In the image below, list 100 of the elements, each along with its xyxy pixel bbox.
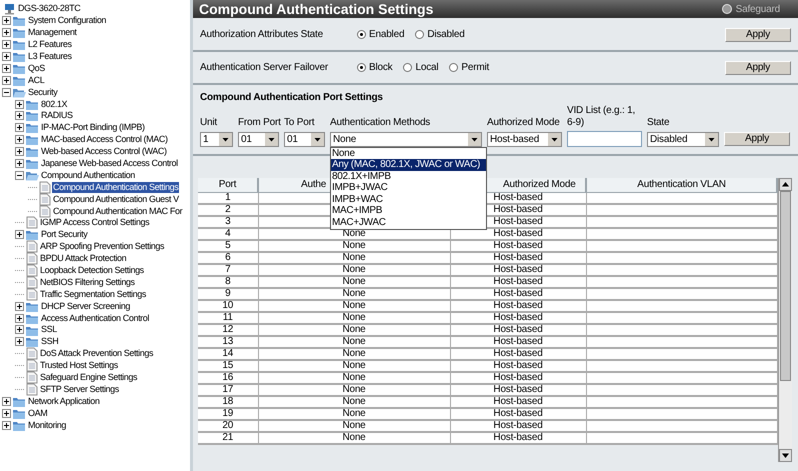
expand-icon[interactable]	[2, 408, 11, 418]
scroll-down-icon	[779, 449, 792, 462]
expand-icon[interactable]	[15, 230, 24, 240]
tree-item[interactable]: OAM	[27, 408, 48, 419]
apply-button[interactable]: Apply	[725, 28, 791, 42]
expand-icon[interactable]	[15, 147, 24, 156]
field-label: Authentication Methods	[330, 117, 432, 129]
tree-item[interactable]: SFTP Server Settings	[39, 384, 120, 395]
expand-icon[interactable]	[15, 159, 24, 168]
tree-item[interactable]: 802.1X	[40, 98, 68, 110]
folder-icon	[12, 38, 26, 52]
tree-item[interactable]: Compound Authentication MAC For	[52, 206, 184, 217]
expand-icon[interactable]	[15, 325, 24, 334]
tree-item[interactable]: Trusted Host Settings	[39, 360, 119, 372]
select-field[interactable]: 01	[238, 132, 279, 146]
table-cell: Host-based	[493, 228, 543, 239]
apply-button[interactable]: Apply	[725, 60, 791, 74]
tree-item[interactable]: ACL	[27, 74, 46, 86]
scrollbar[interactable]	[778, 178, 792, 462]
text-input[interactable]	[567, 131, 642, 147]
table-cell: 8	[225, 276, 230, 287]
radio-label[interactable]: Enabled	[369, 27, 404, 42]
tree-item[interactable]: BPDU Attack Protection	[39, 253, 128, 264]
expand-icon[interactable]	[2, 420, 11, 430]
table-cell: None	[342, 300, 366, 311]
tree-item[interactable]: Port Security	[40, 229, 88, 240]
tree-item[interactable]: DGS-3620-28TC	[17, 3, 82, 14]
expand-icon[interactable]	[15, 135, 24, 144]
radio-label[interactable]: Permit	[461, 60, 490, 75]
radio-label[interactable]: Disabled	[427, 27, 465, 42]
expand-icon[interactable]	[15, 123, 24, 132]
expand-icon[interactable]	[15, 100, 24, 109]
dropdown-option[interactable]: Any (MAC, 802.1X, JWAC or WAC)	[331, 159, 486, 171]
dropdown-option[interactable]: None	[331, 148, 486, 160]
tree-item[interactable]: NetBIOS Filtering Settings	[39, 276, 136, 288]
radio-button[interactable]	[415, 30, 424, 39]
expand-icon[interactable]	[2, 76, 11, 85]
page-icon	[25, 216, 38, 230]
expand-icon[interactable]	[2, 396, 11, 406]
tree-item[interactable]: MAC-based Access Control (MAC)	[40, 134, 169, 146]
radio-button[interactable]	[357, 63, 366, 72]
tree-item[interactable]: Access Authentication Control	[40, 312, 150, 324]
select-field[interactable]: Host-based	[487, 132, 562, 146]
expand-icon[interactable]	[15, 337, 24, 346]
expand-icon[interactable]	[2, 64, 11, 73]
expand-icon[interactable]	[2, 28, 11, 38]
tree-item[interactable]: ARP Spoofing Prevention Settings	[39, 241, 166, 252]
tree-item[interactable]: Management	[27, 27, 78, 38]
tree-item[interactable]: DoS Attack Prevention Settings	[39, 348, 154, 360]
dropdown-option[interactable]: MAC+JWAC	[331, 217, 486, 229]
collapse-icon[interactable]	[2, 88, 11, 97]
table-cell: 6	[225, 252, 230, 263]
expand-icon[interactable]	[2, 40, 11, 50]
radio-button[interactable]	[403, 63, 412, 72]
expand-icon[interactable]	[2, 16, 11, 26]
field-label: Authorized Mode	[487, 117, 561, 129]
radio-button[interactable]	[357, 30, 366, 39]
tree-item[interactable]: RADIUS	[40, 110, 74, 122]
select-field[interactable]: 1	[200, 132, 233, 146]
tree-item[interactable]: Japanese Web-based Access Control	[40, 158, 179, 170]
tree-item[interactable]: Web-based Access Control (WAC)	[40, 146, 168, 158]
table-cell: Host-based	[493, 240, 543, 251]
radio-label[interactable]: Block	[369, 60, 392, 75]
tree-item[interactable]: SSH	[40, 336, 60, 348]
page-icon	[25, 288, 38, 301]
select-field[interactable]: 01	[284, 132, 325, 146]
apply-button[interactable]: Apply	[724, 132, 790, 146]
expand-icon[interactable]	[15, 302, 24, 311]
tree-item[interactable]: L2 Features	[27, 39, 73, 50]
tree-item[interactable]: DHCP Server Screening	[40, 300, 131, 312]
tree-item[interactable]: Loopback Detection Settings	[39, 265, 145, 276]
dropdown-option[interactable]: MAC+IMPB	[331, 205, 486, 218]
tree-item[interactable]: Safeguard Engine Settings	[39, 372, 138, 384]
tree-item[interactable]: Compound Authentication Settings	[52, 182, 180, 193]
table-cell: 12	[222, 324, 234, 335]
tree-item[interactable]: Security	[27, 86, 58, 98]
table-cell: None	[342, 348, 366, 359]
dropdown-list[interactable]: None Any (MAC, 802.1X, JWAC or WAC) 802.1X+IMPB IMPB+JWAC IMPB+WAC MAC+IMPB MAC+JWAC	[330, 146, 487, 230]
tree-item[interactable]: IP-MAC-Port Binding (IMPB)	[40, 122, 146, 134]
folder-icon	[25, 335, 39, 348]
tree-item[interactable]: Traffic Segmentation Settings	[39, 288, 147, 300]
table-cell: 16	[222, 372, 234, 383]
tree-item[interactable]: Compound Authentication	[40, 170, 136, 181]
dropdown-option[interactable]: IMPB+WAC	[331, 194, 486, 206]
tree-item[interactable]: Compound Authentication Guest V	[52, 194, 180, 205]
select-field[interactable]: Disabled	[647, 132, 719, 146]
expand-icon[interactable]	[2, 52, 11, 61]
tree-item[interactable]: IGMP Access Control Settings	[39, 217, 150, 228]
radio-button[interactable]	[449, 63, 458, 72]
tree-item[interactable]: Monitoring	[27, 420, 68, 431]
tree-item[interactable]: SSL	[40, 324, 58, 336]
tree-item[interactable]: System Configuration	[27, 15, 108, 26]
tree-item[interactable]: QoS	[27, 62, 46, 74]
expand-icon[interactable]	[15, 111, 24, 120]
expand-icon[interactable]	[15, 314, 24, 323]
tree-item[interactable]: Network Application	[27, 396, 100, 407]
select-field[interactable]: None	[330, 132, 482, 146]
tree-item[interactable]: L3 Features	[27, 51, 73, 62]
radio-label[interactable]: Local	[415, 60, 438, 75]
collapse-icon[interactable]	[15, 170, 24, 180]
